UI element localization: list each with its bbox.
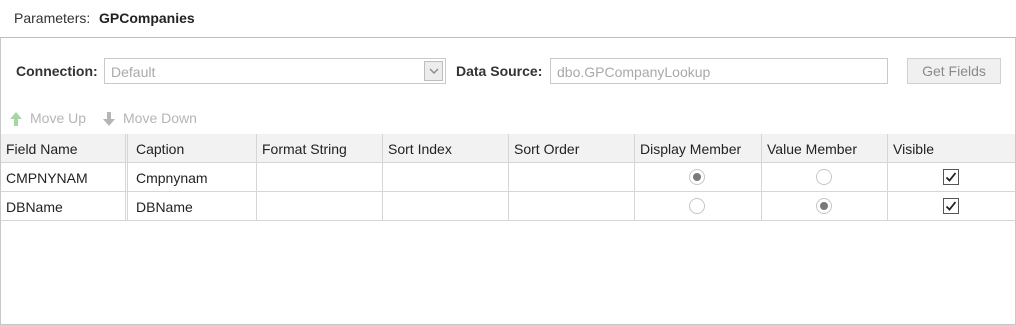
value-member-cell xyxy=(762,192,888,221)
sort-order-cell[interactable] xyxy=(509,163,635,192)
format-string-cell[interactable] xyxy=(257,192,383,221)
chevron-down-icon[interactable] xyxy=(424,61,443,81)
checkmark-icon xyxy=(945,172,957,182)
parameters-label: Parameters: xyxy=(14,10,91,26)
sort-order-cell[interactable] xyxy=(509,192,635,221)
grid-header-row: Field Name Caption Format String Sort In… xyxy=(1,134,1015,163)
connection-label: Connection: xyxy=(16,63,98,79)
column-header-value-member[interactable]: Value Member xyxy=(762,134,888,163)
checkmark-icon xyxy=(945,201,957,211)
move-up-label: Move Up xyxy=(30,110,87,126)
caption-cell[interactable]: Cmpnynam xyxy=(131,163,257,192)
column-header-caption[interactable]: Caption xyxy=(131,134,257,163)
data-source-value: dbo.GPCompanyLookup xyxy=(557,64,711,80)
field-name-cell[interactable]: DBName xyxy=(1,192,128,221)
value-member-cell xyxy=(762,163,888,192)
get-fields-button[interactable]: Get Fields xyxy=(907,58,1001,84)
table-row[interactable]: CMPNYNAM Cmpnynam xyxy=(1,163,1015,192)
display-member-cell xyxy=(635,163,762,192)
column-header-field-name[interactable]: Field Name xyxy=(1,134,128,163)
display-member-radio[interactable] xyxy=(689,198,705,214)
display-member-radio[interactable] xyxy=(689,169,705,185)
column-header-sort-order[interactable]: Sort Order xyxy=(509,134,635,163)
value-member-radio[interactable] xyxy=(816,169,832,185)
caption-cell[interactable]: DBName xyxy=(131,192,257,221)
format-string-cell[interactable] xyxy=(257,163,383,192)
column-header-visible[interactable]: Visible xyxy=(888,134,1015,163)
visible-checkbox[interactable] xyxy=(943,198,959,214)
column-header-sort-index[interactable]: Sort Index xyxy=(383,134,509,163)
visible-cell xyxy=(888,192,1015,221)
display-member-cell xyxy=(635,192,762,221)
value-member-radio[interactable] xyxy=(816,198,832,214)
column-header-format-string[interactable]: Format String xyxy=(257,134,383,163)
connection-select[interactable]: Default xyxy=(104,58,446,84)
column-header-display-member[interactable]: Display Member xyxy=(635,134,762,163)
parameter-name: GPCompanies xyxy=(99,10,195,26)
move-down-label: Move Down xyxy=(123,110,197,126)
visible-checkbox[interactable] xyxy=(943,169,959,185)
data-source-label: Data Source: xyxy=(456,63,543,79)
table-row[interactable]: DBName DBName xyxy=(1,192,1015,221)
visible-cell xyxy=(888,163,1015,192)
sort-index-cell[interactable] xyxy=(383,192,509,221)
arrow-down-icon xyxy=(103,112,115,126)
sort-index-cell[interactable] xyxy=(383,163,509,192)
connection-value: Default xyxy=(111,64,156,80)
arrow-up-icon xyxy=(10,112,22,126)
field-name-cell[interactable]: CMPNYNAM xyxy=(1,163,128,192)
data-source-input[interactable]: dbo.GPCompanyLookup xyxy=(550,58,888,84)
panel-header: Parameters: GPCompanies xyxy=(0,0,1016,38)
